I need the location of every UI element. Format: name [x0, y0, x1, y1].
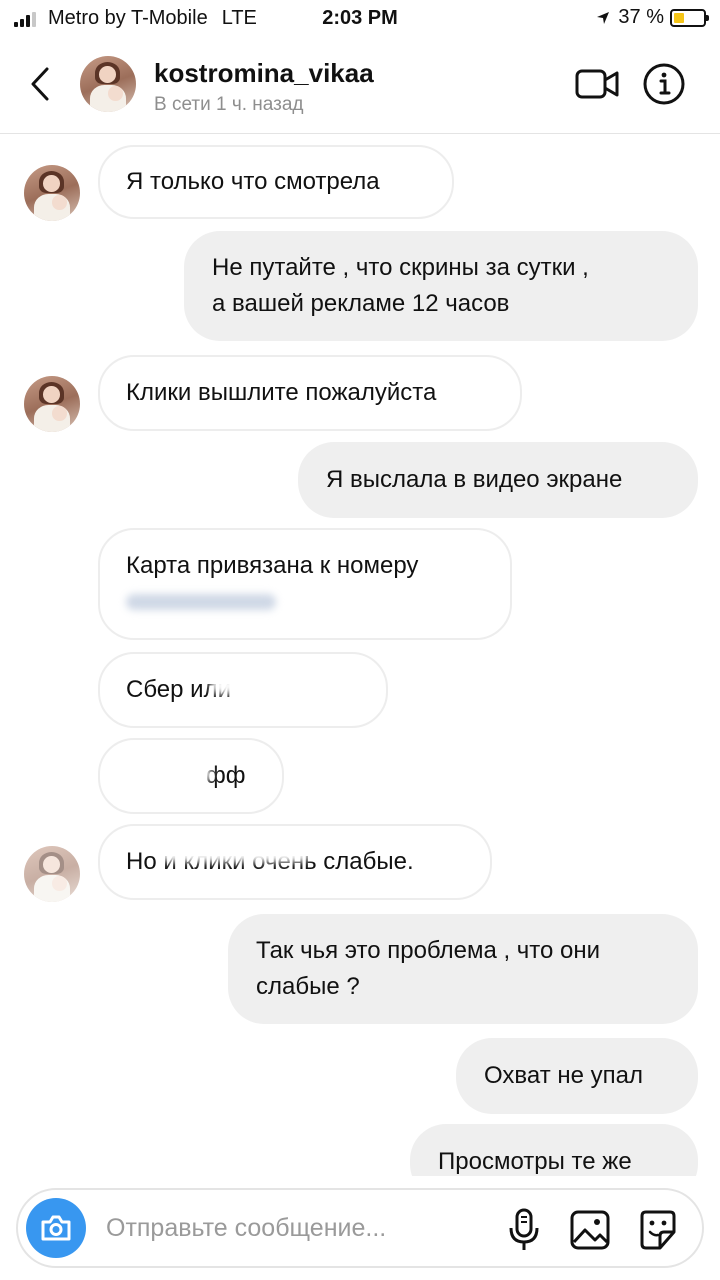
location-icon	[597, 11, 610, 24]
message-bubble-incoming[interactable]: Карта привязана к номеру	[98, 528, 512, 640]
message-text: Не путайте , что скрины за сутки ,	[212, 254, 589, 281]
message-input[interactable]: Отправьте сообщение...	[106, 1214, 386, 1243]
back-icon	[31, 67, 49, 101]
camera-icon	[41, 1215, 71, 1241]
redaction-mark	[126, 594, 276, 610]
message-text: Я выслала в видео экране	[326, 466, 623, 493]
sender-avatar[interactable]	[24, 846, 80, 902]
camera-button[interactable]	[26, 1198, 86, 1258]
microphone-icon[interactable]	[504, 1208, 544, 1252]
message-bubble-outgoing[interactable]: Охват не упал	[456, 1038, 698, 1114]
message-bubble-outgoing[interactable]: Просмотры те же	[410, 1124, 698, 1176]
online-status: В сети 1 ч. назад	[154, 94, 304, 115]
message-text: а вашей рекламе 12 часов	[212, 290, 510, 317]
message-bubble-incoming[interactable]: Но и клики очень слабые.	[98, 824, 492, 900]
chat-header: kostromina_vikaa В сети 1 ч. назад	[0, 36, 720, 134]
message-bubble-outgoing[interactable]: Я выслала в видео экране	[298, 442, 698, 518]
message-composer[interactable]: Отправьте сообщение...	[16, 1188, 704, 1268]
message-bubble-incoming[interactable]: Сбер или	[98, 652, 388, 728]
sender-avatar[interactable]	[24, 165, 80, 221]
message-bubble-outgoing[interactable]: Так чья это проблема , что они слабые ?	[228, 914, 698, 1024]
sticker-icon[interactable]	[638, 1208, 678, 1252]
status-right: 37 %	[596, 6, 709, 29]
avatar[interactable]	[80, 56, 136, 112]
message-text: Так чья это проблема , что они	[256, 937, 601, 964]
redaction-mark	[160, 846, 310, 862]
message-text: Я только что смотрела	[126, 168, 380, 195]
username[interactable]: kostromina_vikaa	[154, 58, 374, 89]
video-call-icon[interactable]	[574, 64, 620, 104]
message-list[interactable]: Я только что смотрела Не путайте , что с…	[0, 134, 720, 1176]
message-text: Клики вышлите пожалуйста	[126, 379, 437, 406]
redaction-mark	[122, 766, 212, 782]
message-text: слабые ?	[256, 973, 360, 1000]
back-button[interactable]	[22, 62, 58, 106]
message-bubble-incoming[interactable]: Я только что смотрела	[98, 145, 454, 219]
redaction-mark	[210, 678, 370, 694]
message-bubble-incoming[interactable]: фф	[98, 738, 284, 814]
message-bubble-incoming[interactable]: Клики вышлите пожалуйста	[98, 355, 522, 431]
battery-percent: 37 %	[618, 6, 664, 28]
gallery-icon[interactable]	[570, 1208, 610, 1252]
message-text: Охват не упал	[484, 1062, 643, 1089]
info-icon[interactable]	[642, 62, 686, 106]
status-bar: Metro by T-Mobile LTE 2:03 PM 37 %	[0, 0, 720, 36]
message-text: Просмотры те же	[438, 1148, 632, 1175]
battery-icon	[670, 8, 709, 27]
message-text: Карта привязана к номеру	[126, 552, 419, 579]
sender-avatar[interactable]	[24, 376, 80, 432]
message-bubble-outgoing[interactable]: Не путайте , что скрины за сутки , а ваш…	[184, 231, 698, 341]
